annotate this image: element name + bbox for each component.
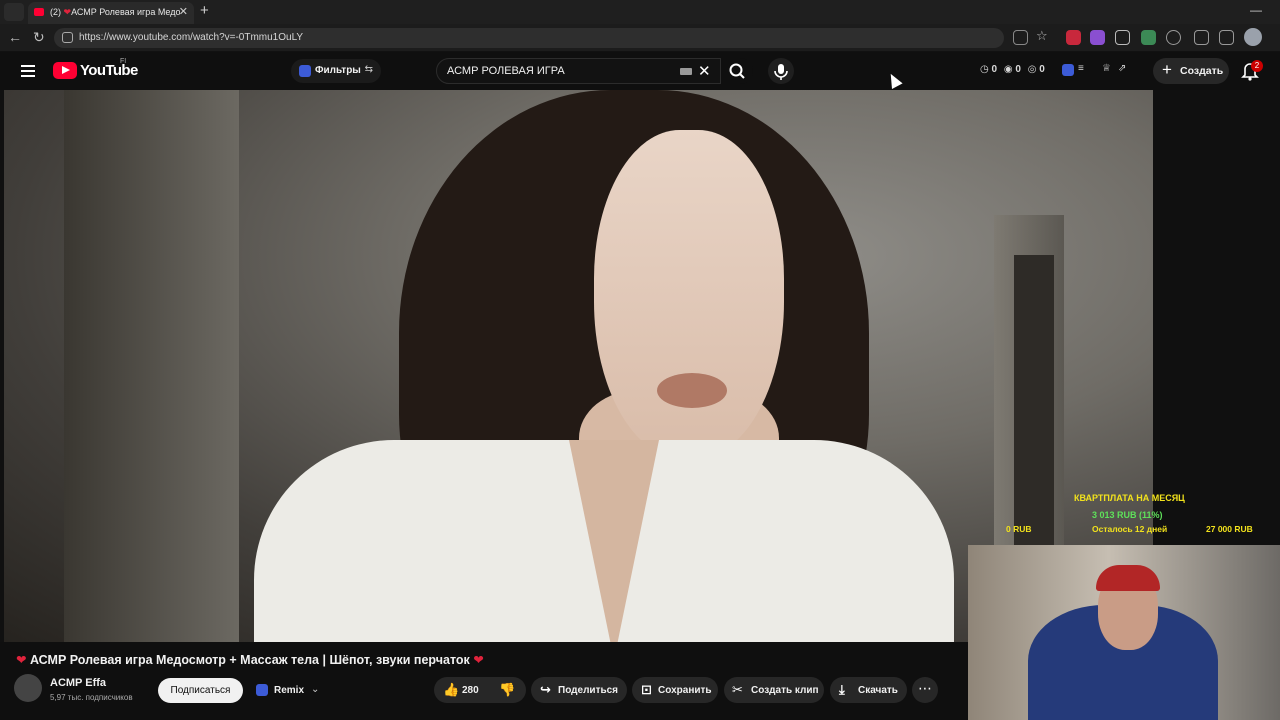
install-app-icon[interactable] — [1013, 30, 1028, 45]
tab-search-button[interactable] — [4, 3, 24, 21]
eye-icon: ◉ — [1003, 64, 1013, 75]
extension-green-icon[interactable] — [1141, 30, 1156, 45]
heart-icon: ❤ — [16, 653, 27, 667]
subscriber-count: 5,97 тыс. подписчиков — [50, 693, 133, 702]
create-button[interactable]: + Создать — [1153, 58, 1229, 84]
browser-tab-strip: (2) ❤АСМР Ролевая игра Медо ✕ + — — [0, 0, 1280, 24]
tab-title: (2) ❤АСМР Ролевая игра Медо — [50, 7, 180, 18]
share-button[interactable]: ↪ Поделиться — [531, 677, 627, 703]
menu-icon[interactable] — [21, 65, 35, 77]
youtube-header: YouTube FI Фильтры ⇆ АСМР РОЛЕВАЯ ИГРА ✕… — [0, 52, 1280, 90]
address-bar-row: ← ↻ https://www.youtube.com/watch?v=-0Tm… — [0, 24, 1280, 52]
create-label: Создать — [1180, 65, 1224, 77]
youtube-wordmark[interactable]: YouTube — [80, 62, 138, 79]
tab-title-text: АСМР Ролевая игра Медо — [71, 7, 180, 17]
download-icon: ⤓ — [839, 682, 845, 697]
extension-badge-icon — [299, 65, 311, 77]
filters-label: Фильтры — [315, 65, 361, 76]
video-title-text: АСМР Ролевая игра Медосмотр + Массаж тел… — [29, 653, 470, 667]
tab-count: (2) — [50, 7, 61, 17]
subscribe-button[interactable]: Подписаться — [158, 678, 243, 703]
extension-adblock-icon[interactable] — [1066, 30, 1081, 45]
country-code: FI — [120, 58, 127, 65]
trophy-icon[interactable]: ♕ — [1102, 63, 1111, 74]
create-clip-button[interactable]: ✂ Создать клип — [724, 677, 824, 703]
share-label: Поделиться — [558, 685, 619, 696]
extension-panel-icon[interactable] — [1062, 64, 1074, 76]
keyboard-icon[interactable] — [680, 68, 692, 75]
extension-screen-icon[interactable] — [1115, 30, 1130, 45]
eye-off-icon: ◎ — [1027, 64, 1037, 75]
filters-button[interactable]: Фильтры ⇆ — [291, 59, 381, 83]
reload-icon[interactable]: ↻ — [33, 29, 45, 46]
search-query-text[interactable]: АСМР РОЛЕВАЯ ИГРА — [447, 65, 565, 77]
rent-goal-title: КВАРТПЛАТА НА МЕСЯЦ — [1074, 493, 1185, 503]
stat-count-2: 0 — [1015, 64, 1021, 75]
like-count[interactable]: 280 — [462, 685, 479, 696]
remix-icon — [256, 684, 268, 696]
scene-wall — [64, 90, 239, 642]
profile-avatar[interactable] — [1244, 28, 1262, 46]
youtube-logo-icon[interactable] — [53, 62, 77, 79]
chevron-down-icon[interactable]: ⌄ — [311, 684, 319, 695]
save-label: Сохранить — [658, 685, 712, 696]
stat-count-3: 0 — [1039, 64, 1045, 75]
clock-icon: ◷ — [980, 64, 989, 75]
remix-button[interactable]: Remix ⌄ — [252, 678, 324, 703]
rent-goal-min: 0 RUB — [1006, 524, 1032, 534]
search-button[interactable] — [721, 58, 753, 84]
share-icon: ↪ — [540, 682, 551, 697]
browser-tab[interactable]: (2) ❤АСМР Ролевая игра Медо ✕ — [28, 2, 194, 24]
heart-icon: ❤ — [63, 7, 72, 17]
rent-goal-remaining: Осталось 12 дней — [1092, 524, 1168, 534]
url-text[interactable]: https://www.youtube.com/watch?v=-0Tmmu1O… — [79, 32, 303, 43]
search-input[interactable]: АСМР РОЛЕВАЯ ИГРА ✕ — [436, 58, 721, 84]
rent-goal-amount: 3 013 RUB (11%) — [1092, 510, 1163, 520]
thumbs-down-icon[interactable]: 👎 — [499, 682, 515, 698]
extension-misc-icon[interactable] — [1194, 30, 1209, 45]
minimize-window-icon[interactable]: — — [1250, 3, 1262, 17]
list-icon[interactable]: ≡ — [1078, 63, 1084, 74]
share-extension-icon[interactable]: ⇗ — [1118, 63, 1126, 74]
back-arrow-icon[interactable]: ← — [8, 29, 22, 45]
voice-search-button[interactable] — [768, 58, 794, 84]
video-title: ❤ АСМР Ролевая игра Медосмотр + Массаж т… — [16, 652, 484, 667]
rent-goal-max: 27 000 RUB — [1206, 524, 1253, 534]
save-button[interactable]: ⊡ Сохранить — [632, 677, 718, 703]
sliders-icon: ⇆ — [364, 64, 373, 75]
scene-lips — [657, 373, 727, 408]
clear-search-icon[interactable]: ✕ — [698, 62, 711, 80]
channel-avatar[interactable] — [14, 674, 42, 702]
new-tab-icon[interactable]: + — [200, 2, 209, 19]
extension-purple-icon[interactable] — [1090, 30, 1105, 45]
scissors-icon: ✂ — [732, 682, 743, 697]
stat-count-1: 0 — [991, 64, 998, 75]
scene-shirt — [254, 440, 954, 642]
search-icon — [729, 63, 745, 79]
site-info-icon[interactable] — [62, 32, 73, 43]
microphone-icon — [774, 64, 788, 80]
streamer-webcam — [968, 545, 1280, 720]
create-clip-label: Создать клип — [751, 685, 819, 696]
close-tab-icon[interactable]: ✕ — [179, 5, 188, 18]
webcam-cap — [1096, 565, 1160, 591]
omnibox[interactable]: https://www.youtube.com/watch?v=-0Tmmu1O… — [54, 28, 1004, 48]
download-label: Скачать — [858, 685, 898, 696]
extensions-puzzle-icon[interactable] — [1219, 30, 1234, 45]
extension-sync-icon[interactable] — [1166, 30, 1181, 45]
like-dislike-group: 👍 280 👎 — [434, 677, 526, 703]
more-actions-button[interactable]: ⋯ — [912, 677, 938, 703]
youtube-favicon-icon — [34, 8, 44, 16]
thumbs-up-icon[interactable]: 👍 — [443, 682, 459, 698]
download-button[interactable]: ⤓ Скачать — [830, 677, 907, 703]
channel-name[interactable]: ACMP Effa — [50, 677, 106, 689]
heart-icon: ❤ — [473, 653, 484, 667]
bookmark-star-icon[interactable]: ☆ — [1036, 28, 1048, 44]
bookmark-icon: ⊡ — [641, 682, 652, 697]
stats-counters: ◷ 0 ◉ 0 ◎ 0 ≡ ♕ ⇗ — [980, 63, 1126, 76]
notification-badge: 2 — [1251, 60, 1263, 72]
plus-icon: + — [1162, 60, 1172, 79]
remix-label: Remix — [274, 685, 305, 696]
scene-face — [594, 130, 784, 460]
